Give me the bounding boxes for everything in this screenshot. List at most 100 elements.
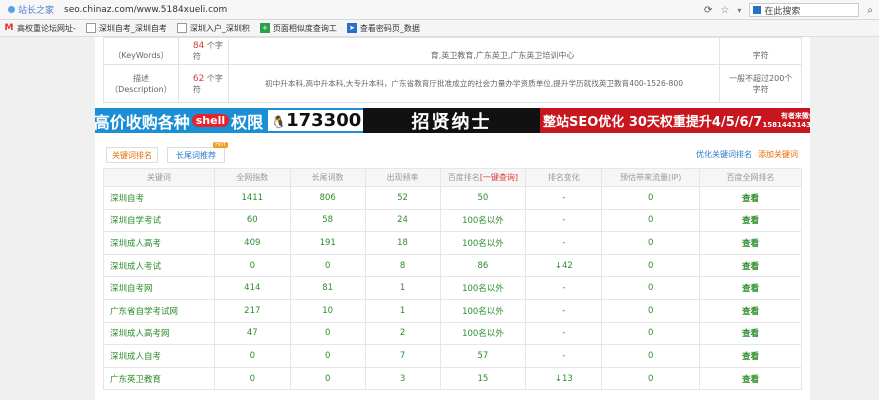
index-cell: 409 [213,231,291,255]
index-cell: 0 [213,344,291,368]
site-title: 站长之家 [8,3,60,16]
description-label-cell: 描述 （Description） [103,64,179,103]
arrow-icon: ➤ [346,23,357,33]
longtail-cell: 0 [289,253,366,278]
longtail-cell: 0 [289,366,366,391]
estimated-ip-cell: 0 [601,253,701,278]
table-row: 深圳成人高考 409 191 18 100名以外 -0 查看 [103,231,802,255]
longtail-cell: 806 [289,186,366,210]
ad-banner-seo[interactable]: 整站SEO优化 30天权重提升4/5/6/7 有者来微信 15814431439 [540,108,810,133]
keyword-cell[interactable]: 深圳自考网 [103,276,215,300]
frequency-cell: 1 [364,276,441,300]
rank-cell: 86 [439,253,527,278]
estimated-ip-cell: 0 [601,208,701,233]
rank-change-cell: - [525,276,603,300]
optimize-ranking-link[interactable]: 优化关键词排名 [696,149,752,160]
view-link[interactable]: 查看 [699,276,802,300]
index-cell: 0 [213,366,291,391]
tab-longtail-recommend[interactable]: 长尾词推荐 HOT [167,142,228,163]
rank-change-cell: - [525,186,603,210]
rank-change-cell: - [525,344,603,368]
table-body: 深圳自考 1411 806 52 50-0 查看 深圳自学考试 60 58 24 100名以外 -0 查… [103,186,802,391]
table-row: 深圳成人自考 0 0 7 57-0 查看 [103,344,802,368]
bookmark-item[interactable]: ➤ 查看密码页_数据 [346,23,420,34]
rank-change-cell: - [525,321,603,346]
keyword-cell[interactable]: 深圳自考 [103,186,215,210]
add-keyword-link[interactable]: 添加关键词 [758,149,798,160]
keyword-cell[interactable]: 深圳自学考试 [103,208,215,233]
table-header-row: 关键词 全网指数 长尾词数 出现频率 百度排名[一键查询] 排名变化 预估带来流… [103,168,802,187]
one-click-query-link[interactable]: [一键查询] [480,173,518,182]
estimated-ip-cell: 0 [601,366,701,391]
keyword-cell[interactable]: 深圳成人高考网 [103,321,215,346]
search-input[interactable]: 在此搜索 [749,3,860,17]
longtail-cell: 10 [289,298,366,323]
qq-number: 🐧173300 [268,110,363,131]
view-link[interactable]: 查看 [699,298,802,323]
bookmark-item[interactable]: 深圳入户_深圳积 [176,23,250,34]
view-link[interactable]: 查看 [699,253,802,278]
keyword-cell[interactable]: 深圳成人高考 [103,231,215,255]
ad-banner-shell[interactable]: 高价收购各种 shell 权限 🐧173300 [95,108,363,133]
view-link[interactable]: 查看 [699,208,802,233]
frequency-cell: 24 [364,208,441,233]
frequency-cell: 7 [364,344,441,368]
rank-change-cell: - [525,231,603,255]
bookmark-item[interactable]: + 页面相似度查询工 [259,23,337,34]
meta-info-table: （KeyWords） 84 个字符 育,英卫教育,广东英卫,广东英卫培训中心 字… [103,37,802,103]
index-cell: 60 [213,208,291,233]
keyword-cell[interactable]: 广东英卫教育 [103,366,215,391]
plus-icon: + [259,23,270,33]
keyword-table: 关键词 全网指数 长尾词数 出现频率 百度排名[一键查询] 排名变化 预估带来流… [103,168,802,391]
description-content-cell: 初中升本科,高中升本科,大专升本科，广东省教育厅批准成立的社会力量办学资质单位,… [227,64,721,103]
star-icon[interactable]: ☆ [720,5,729,16]
rank-cell: 57 [439,344,527,368]
view-link[interactable]: 查看 [699,344,802,368]
longtail-cell: 58 [289,208,366,233]
index-cell: 217 [213,298,291,323]
estimated-ip-cell: 0 [601,344,701,368]
frequency-cell: 8 [364,253,441,278]
bookmark-item[interactable]: 深圳自考_深圳自考 [85,23,167,34]
keywords-label-cell: （KeyWords） [103,37,179,65]
frequency-cell: 2 [364,321,441,346]
col-baidu-rank: 百度排名[一键查询] [439,168,527,187]
frequency-cell: 18 [364,231,441,255]
table-row: 深圳成人考试 0 0 8 86 ↓42 0 查看 [103,253,802,278]
page-icon [176,23,187,33]
page-icon [85,23,96,33]
table-row: 深圳自学考试 60 58 24 100名以外 -0 查看 [103,208,802,233]
hot-badge: HOT [213,142,228,148]
tab-keyword-ranking[interactable]: 关键词排名 [106,147,158,163]
estimated-ip-cell: 0 [601,186,701,210]
col-rank-change: 排名变化 [525,168,603,187]
ad-banner-recruit[interactable]: 招贤纳士 [363,108,540,133]
view-link[interactable]: 查看 [699,366,802,391]
page-content: （KeyWords） 84 个字符 育,英卫教育,广东英卫,广东英卫培训中心 字… [95,37,810,400]
rank-change-cell: ↓13 [525,366,603,391]
col-estimated-ip: 预估带来流量(IP) [601,168,701,187]
table-row: 深圳自考 1411 806 52 50-0 查看 [103,186,802,210]
estimated-ip-cell: 0 [601,276,701,300]
longtail-cell: 81 [289,276,366,300]
keyword-cell[interactable]: 深圳成人考试 [103,253,215,278]
keyword-cell[interactable]: 广东省自学考试网 [103,298,215,323]
keywords-count-cell: 84 个字符 [177,37,229,65]
site-logo-icon [8,6,15,13]
index-cell: 47 [213,321,291,346]
view-link[interactable]: 查看 [699,321,802,346]
keyword-cell[interactable]: 深圳成人自考 [103,344,215,368]
estimated-ip-cell: 0 [601,321,701,346]
url-field[interactable]: seo.chinaz.com/www.5184xueli.com [64,5,227,15]
view-link[interactable]: 查看 [699,186,802,210]
longtail-cell: 0 [289,321,366,346]
bookmark-item[interactable]: M 高权重论坛网址- [4,23,76,34]
index-cell: 414 [213,276,291,300]
dropdown-icon[interactable]: ▾ [737,6,741,15]
rank-cell: 100名以外 [439,276,527,300]
m-logo-icon: M [4,23,14,33]
description-limit-cell: 一般不超过200个 字符 [719,64,802,103]
refresh-icon[interactable]: ⟳ [704,5,712,16]
view-link[interactable]: 查看 [699,231,802,255]
search-icon[interactable]: ⌕ [867,5,873,16]
